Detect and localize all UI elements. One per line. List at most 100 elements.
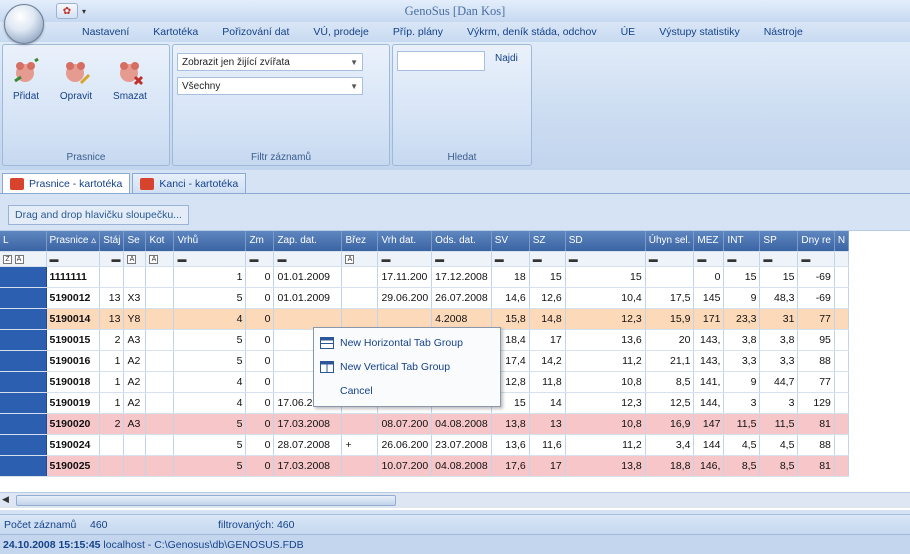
category-filter-combo[interactable]: Všechny ▼ [177, 77, 363, 95]
table-cell[interactable]: 5190015 [46, 329, 101, 351]
column-header[interactable]: SP [759, 231, 799, 252]
table-cell[interactable]: 1 [99, 392, 125, 414]
table-cell[interactable]: 13 [529, 413, 566, 435]
table-cell[interactable]: 18 [491, 266, 530, 288]
table-cell[interactable] [377, 308, 433, 330]
table-cell[interactable]: 4 [173, 392, 247, 414]
table-cell[interactable]: 5190016 [46, 350, 101, 372]
table-cell[interactable]: A3 [123, 329, 147, 351]
row-indicator[interactable] [0, 413, 47, 435]
table-cell[interactable]: 1 [99, 350, 125, 372]
table-cell[interactable]: 144 [693, 434, 725, 456]
filter-cell[interactable]: ▬ [99, 251, 125, 267]
table-cell[interactable]: 16,9 [645, 413, 695, 435]
table-cell[interactable] [99, 266, 125, 288]
table-cell[interactable]: 12,5 [645, 392, 695, 414]
table-cell[interactable] [834, 371, 850, 393]
horizontal-scrollbar[interactable]: ◀ [0, 492, 910, 508]
filter-cell[interactable]: ▬ [273, 251, 343, 267]
table-cell[interactable]: 9 [723, 371, 761, 393]
table-cell[interactable]: 5 [173, 455, 247, 477]
table-cell[interactable] [834, 308, 850, 330]
table-cell[interactable]: 04.08.2008 [431, 455, 492, 477]
table-cell[interactable] [145, 371, 175, 393]
tab-nastaveni[interactable]: Nastavení [70, 26, 141, 38]
tab-vystupy-statistiky[interactable]: Výstupy statistiky [647, 26, 752, 38]
column-header[interactable]: SV [491, 231, 530, 252]
column-header[interactable]: Stáj [99, 231, 125, 252]
table-cell[interactable]: 0 [245, 350, 275, 372]
table-cell[interactable]: 17.03.2008 [273, 413, 343, 435]
table-cell[interactable]: 13,6 [565, 329, 646, 351]
filter-cell[interactable]: ▬ [245, 251, 275, 267]
column-header[interactable]: Vrh dat. [377, 231, 433, 252]
table-cell[interactable]: 0 [245, 434, 275, 456]
filter-cell[interactable]: ▬ [377, 251, 433, 267]
column-header[interactable]: Prasnice ▵ [46, 231, 101, 252]
table-cell[interactable]: A2 [123, 350, 147, 372]
table-cell[interactable]: 171 [693, 308, 725, 330]
table-cell[interactable]: 26.07.2008 [431, 287, 492, 309]
tab-porizovani-dat[interactable]: Pořizování dat [210, 26, 301, 38]
table-cell[interactable]: 1 [99, 371, 125, 393]
table-cell[interactable] [145, 434, 175, 456]
table-cell[interactable]: 3,8 [723, 329, 761, 351]
table-cell[interactable]: 8,5 [723, 455, 761, 477]
table-cell[interactable] [123, 266, 147, 288]
table-cell[interactable]: 11,2 [565, 434, 646, 456]
table-cell[interactable]: 0 [245, 308, 275, 330]
table-cell[interactable] [341, 413, 379, 435]
tab-kartoteka[interactable]: Kartotéka [141, 26, 210, 38]
column-header[interactable]: Zap. dat. [273, 231, 343, 252]
row-indicator[interactable] [0, 266, 47, 288]
table-cell[interactable]: 14,6 [491, 287, 530, 309]
table-cell[interactable] [145, 392, 175, 414]
table-cell[interactable]: 88 [797, 434, 835, 456]
column-header[interactable]: Dny re [797, 231, 835, 252]
find-button[interactable]: Najdi [491, 51, 522, 71]
tab-ue[interactable]: ÚE [609, 26, 648, 38]
add-button[interactable]: Přidat [7, 51, 45, 121]
table-cell[interactable]: 147 [693, 413, 725, 435]
column-header[interactable]: INT [723, 231, 761, 252]
table-cell[interactable]: 0 [245, 329, 275, 351]
filter-cell[interactable]: ▬ [491, 251, 530, 267]
column-header[interactable]: Kot [145, 231, 175, 252]
table-cell[interactable]: 17.12.2008 [431, 266, 492, 288]
search-input[interactable] [397, 51, 485, 71]
scrollbar-thumb[interactable] [16, 495, 396, 506]
tab-vykrm[interactable]: Výkrm, deník stáda, odchov [455, 26, 609, 38]
group-by-panel[interactable]: Drag and drop hlavičku sloupečku... [0, 195, 910, 231]
table-cell[interactable]: 17.11.200 [377, 266, 433, 288]
table-cell[interactable]: 13,6 [491, 434, 530, 456]
tab-prip-plany[interactable]: Příp. plány [381, 26, 455, 38]
table-cell[interactable] [145, 329, 175, 351]
table-cell[interactable]: 15,8 [491, 308, 530, 330]
table-cell[interactable]: -69 [797, 266, 835, 288]
table-cell[interactable]: 143, [693, 350, 725, 372]
row-indicator[interactable] [0, 371, 47, 393]
table-cell[interactable] [273, 308, 343, 330]
table-cell[interactable]: 5 [173, 329, 247, 351]
table-cell[interactable]: 3,3 [723, 350, 761, 372]
table-cell[interactable]: 5190025 [46, 455, 101, 477]
table-cell[interactable]: 0 [245, 371, 275, 393]
row-indicator[interactable] [0, 392, 47, 414]
table-cell[interactable]: 0 [693, 266, 725, 288]
column-header[interactable]: Vrhů [173, 231, 247, 252]
table-cell[interactable] [145, 308, 175, 330]
row-indicator[interactable] [0, 434, 47, 456]
table-cell[interactable]: 26.06.200 [377, 434, 433, 456]
table-cell[interactable] [341, 308, 379, 330]
row-indicator[interactable] [0, 329, 47, 351]
table-cell[interactable]: 23,3 [723, 308, 761, 330]
table-cell[interactable]: 14,2 [529, 350, 566, 372]
table-cell[interactable]: 1111111 [46, 266, 101, 288]
table-cell[interactable]: 4,5 [723, 434, 761, 456]
table-cell[interactable]: 28.07.2008 [273, 434, 343, 456]
table-cell[interactable]: 5190012 [46, 287, 101, 309]
table-cell[interactable] [123, 434, 147, 456]
table-cell[interactable]: 15 [723, 266, 761, 288]
table-cell[interactable] [145, 287, 175, 309]
filter-cell[interactable]: ▬ [693, 251, 725, 267]
